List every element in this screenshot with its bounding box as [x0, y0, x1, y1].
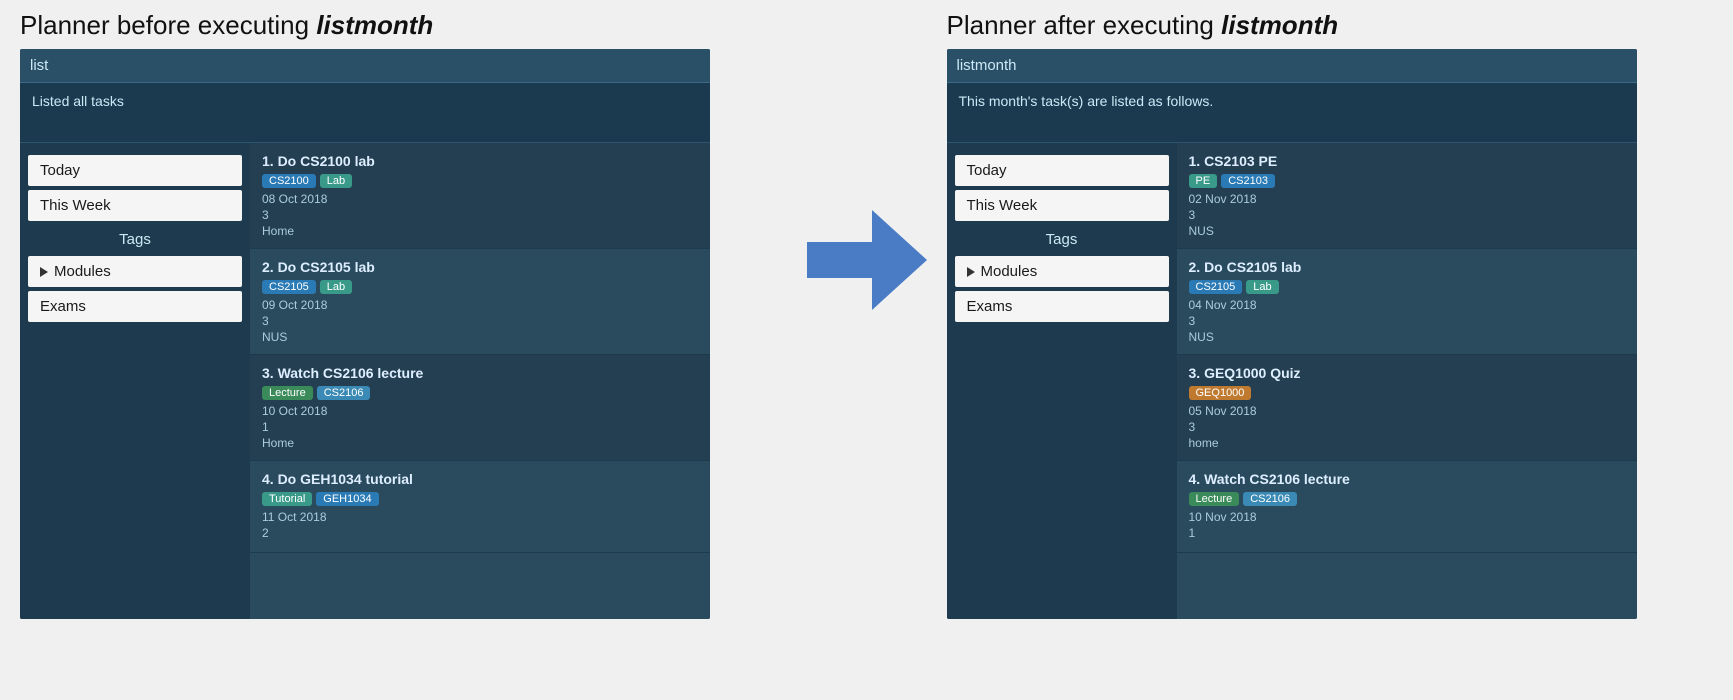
task-date: 10 Nov 2018	[1189, 510, 1625, 524]
task-tag: Tutorial	[262, 492, 312, 506]
task-date: 05 Nov 2018	[1189, 404, 1625, 418]
task-date: 04 Nov 2018	[1189, 298, 1625, 312]
task-title: 2. Do CS2105 lab	[262, 259, 698, 275]
task-tag: CS2106	[1243, 492, 1297, 506]
task-tag: GEH1034	[316, 492, 378, 506]
before-exams-button[interactable]: Exams	[28, 291, 242, 322]
task-title: 3. GEQ1000 Quiz	[1189, 365, 1625, 381]
task-tags: CS2105Lab	[1189, 280, 1625, 294]
task-location: NUS	[262, 330, 698, 344]
task-location: Home	[262, 224, 698, 238]
task-location: NUS	[1189, 330, 1625, 344]
task-tag: Lab	[320, 280, 352, 294]
after-planner: listmonth This month's task(s) are liste…	[947, 49, 1637, 619]
task-tag: Lecture	[1189, 492, 1240, 506]
task-date: 08 Oct 2018	[262, 192, 698, 206]
task-location: Home	[262, 436, 698, 450]
after-today-button[interactable]: Today	[955, 155, 1169, 186]
before-heading: Planner before executing listmonth	[20, 10, 787, 41]
task-title: 1. Do CS2100 lab	[262, 153, 698, 169]
task-priority: 3	[262, 314, 698, 328]
after-main-area: Today This Week Tags Modules Exams	[947, 143, 1637, 619]
task-item: 3. Watch CS2106 lecture Lecture CS2106 10 O…	[250, 355, 710, 461]
task-tags: Tutorial GEH1034	[262, 492, 698, 506]
before-task-list[interactable]: 1. Do CS2100 lab CS2100 Lab 08 Oct 2018 3 Hom…	[250, 143, 710, 619]
task-priority: 1	[262, 420, 698, 434]
task-location: home	[1189, 436, 1625, 450]
after-response-text: This month's task(s) are listed as follo…	[959, 93, 1214, 109]
task-tags: PECS2103	[1189, 174, 1625, 188]
task-tags: LectureCS2106	[1189, 492, 1625, 506]
task-item: 3. GEQ1000 Quiz GEQ1000 05 Nov 2018 3 home	[1177, 355, 1637, 461]
task-tag: CS2105	[1189, 280, 1243, 294]
task-tag: CS2105	[262, 280, 316, 294]
after-tags-label: Tags	[947, 225, 1177, 252]
task-item: 1. Do CS2100 lab CS2100 Lab 08 Oct 2018 3 Hom…	[250, 143, 710, 249]
after-response-bar: This month's task(s) are listed as follo…	[947, 83, 1637, 143]
task-title: 4. Watch CS2106 lecture	[1189, 471, 1625, 487]
task-tag: Lab	[1246, 280, 1278, 294]
task-tags: Lecture CS2106	[262, 386, 698, 400]
after-modules-button[interactable]: Modules	[955, 256, 1169, 287]
task-tag: CS2103	[1221, 174, 1275, 188]
task-item: 4. Watch CS2106 lecture LectureCS2106 10 N…	[1177, 461, 1637, 553]
after-sidebar: Today This Week Tags Modules Exams	[947, 143, 1177, 619]
after-command-text: listmonth	[957, 57, 1017, 74]
after-task-list[interactable]: 1. CS2103 PEPECS210302 Nov 20183NUS2. Do…	[1177, 143, 1637, 619]
before-modules-button[interactable]: Modules	[28, 256, 242, 287]
task-title: 3. Watch CS2106 lecture	[262, 365, 698, 381]
task-title: 4. Do GEH1034 tutorial	[262, 471, 698, 487]
task-tag: Lecture	[262, 386, 313, 400]
triangle-icon	[40, 267, 48, 277]
after-command-bar: listmonth	[947, 49, 1637, 83]
task-tags: GEQ1000	[1189, 386, 1625, 400]
task-tag: CS2100	[262, 174, 316, 188]
before-command-bar: list	[20, 49, 710, 83]
task-location: NUS	[1189, 224, 1625, 238]
before-response-text: Listed all tasks	[32, 93, 124, 109]
task-item: 4. Do GEH1034 tutorial Tutorial GEH1034 11 …	[250, 461, 710, 553]
task-tags: CS2100 Lab	[262, 174, 698, 188]
task-title: 1. CS2103 PE	[1189, 153, 1625, 169]
task-title: 2. Do CS2105 lab	[1189, 259, 1625, 275]
task-date: 09 Oct 2018	[262, 298, 698, 312]
before-thisweek-button[interactable]: This Week	[28, 190, 242, 221]
task-tag: CS2106	[317, 386, 371, 400]
after-thisweek-button[interactable]: This Week	[955, 190, 1169, 221]
task-tag: Lab	[320, 174, 352, 188]
task-item: 2. Do CS2105 lab CS2105 Lab 09 Oct 2018 3 NUS	[250, 249, 710, 355]
task-date: 02 Nov 2018	[1189, 192, 1625, 206]
triangle-icon-after	[967, 267, 975, 277]
task-priority: 3	[1189, 208, 1625, 222]
before-command-text: list	[30, 57, 48, 74]
before-sidebar: Today This Week Tags Modules Exams	[20, 143, 250, 619]
task-item: 1. CS2103 PE PECS2103 02 Nov 2018 3 NUS	[1177, 143, 1637, 249]
arrow-container	[787, 210, 947, 310]
task-priority: 2	[262, 526, 698, 540]
task-item: 2. Do CS2105 lab CS2105Lab 04 Nov 2018 3 NUS	[1177, 249, 1637, 355]
before-planner: list Listed all tasks Today This Week Ta…	[20, 49, 710, 619]
task-priority: 3	[1189, 420, 1625, 434]
task-tag: GEQ1000	[1189, 386, 1252, 400]
task-date: 10 Oct 2018	[262, 404, 698, 418]
after-exams-button[interactable]: Exams	[955, 291, 1169, 322]
before-tags-label: Tags	[20, 225, 250, 252]
task-priority: 3	[262, 208, 698, 222]
task-priority: 3	[1189, 314, 1625, 328]
before-response-bar: Listed all tasks	[20, 83, 710, 143]
task-tag: PE	[1189, 174, 1218, 188]
task-priority: 1	[1189, 526, 1625, 540]
task-tags: CS2105 Lab	[262, 280, 698, 294]
after-heading: Planner after executing listmonth	[947, 10, 1714, 41]
before-main-area: Today This Week Tags Modules Exams	[20, 143, 710, 619]
before-today-button[interactable]: Today	[28, 155, 242, 186]
task-date: 11 Oct 2018	[262, 510, 698, 524]
